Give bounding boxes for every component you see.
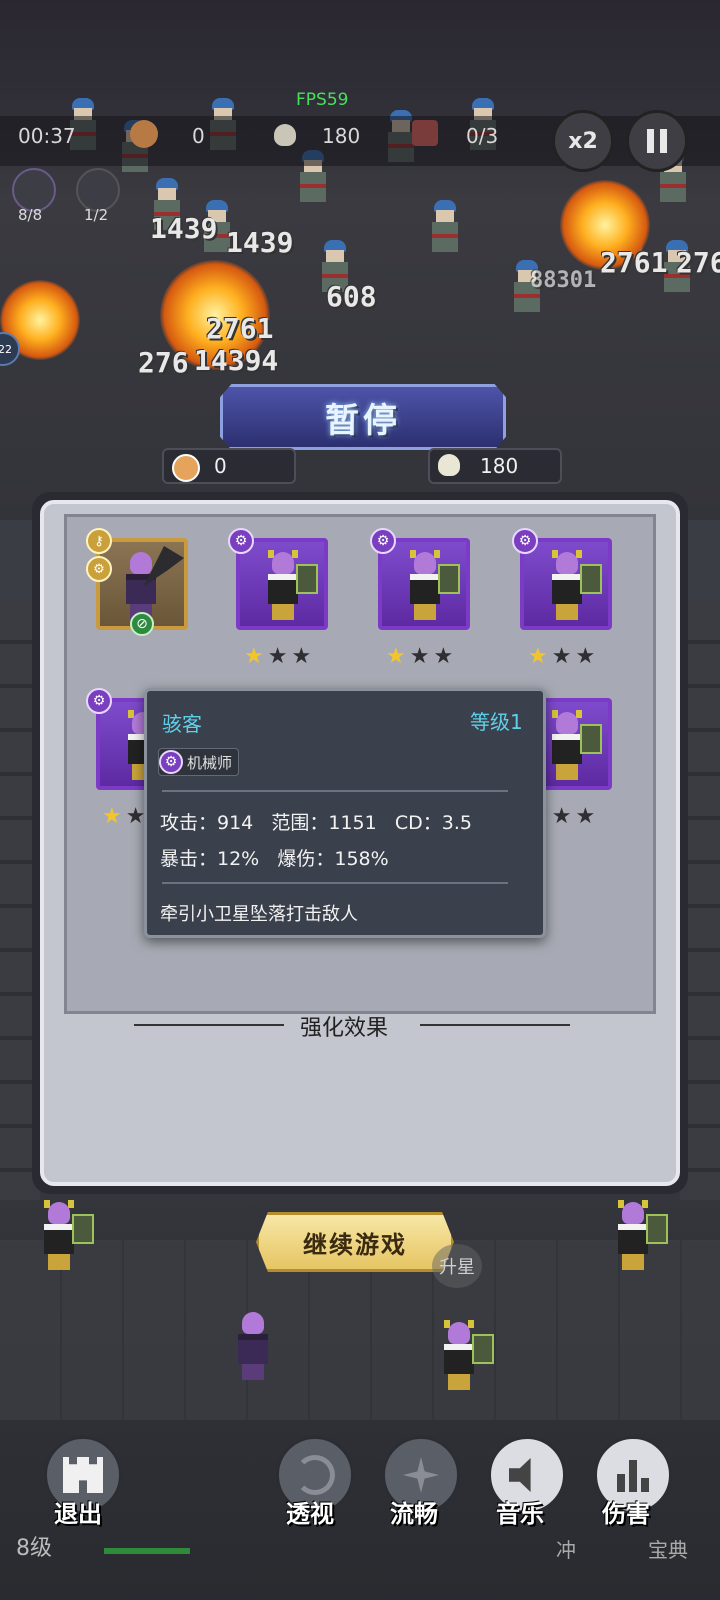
damage-number: 1439 [226,226,294,259]
coin-icon [172,454,200,482]
hero-sprite [402,550,460,622]
xray-label: 透视 [286,1500,334,1528]
field-hero-mid [436,1320,516,1410]
star-icon: ★ [409,644,430,669]
mechanic-class-icon: ⚙ [86,688,112,714]
coin-icon [130,120,158,148]
key-badge-icon: ⚷ [86,528,112,554]
mechanic-class-icon: ⚙ [228,528,254,554]
tooltip-hero-level: 等级1 [470,710,523,734]
pause-title: 暂停 [325,400,401,441]
skill-count: 8/8 [18,206,43,224]
star-icon: ★ [551,644,572,669]
castle-icon [63,1457,103,1493]
bar-chart-icon [617,1458,649,1492]
star-icon: ★ [267,644,288,669]
skill-count: 1/2 [84,206,109,224]
mechanic-class-icon: ⚙ [512,528,538,554]
pause-icon [647,129,667,153]
star-icon: ★ [551,804,572,829]
tooltip-class-tag: ⚙ 机械师 [158,748,240,776]
star-icon: ★ [291,644,312,669]
sparkle-icon [403,1457,439,1493]
star-icon: ★ [244,644,264,669]
damage-number: 88301 [530,268,597,293]
hero-stars: ★★★ [528,646,595,668]
damage-number: 276 [138,346,189,379]
skull-icon [438,454,460,476]
skull-icon [274,124,296,146]
speed-button[interactable]: x2 [552,110,614,172]
hud-coins: 0 [192,124,205,148]
timer: 00:37 [18,124,76,148]
pause-banner: 暂停 [220,384,506,450]
tooltip-class-label: 机械师 [187,753,233,772]
fps-counter: FPS59 [296,90,349,110]
star-icon: ★ [386,644,406,669]
hero-card[interactable] [236,538,328,630]
damage-label: 伤害 [602,1500,650,1528]
wave-counter: 0/3 [466,124,499,148]
damage-number: 608 [326,280,377,313]
damage-number: 2761 [676,246,720,279]
hero-card[interactable] [378,538,470,630]
music-label: 音乐 [496,1500,544,1528]
continue-button[interactable]: 继续游戏 [256,1212,454,1272]
xp-bar [104,1548,190,1554]
upgrade-button[interactable]: 升星 [432,1244,482,1288]
side-badge-value: 22 [0,342,12,356]
damage-number: 14394 [194,344,279,377]
boss-icon [412,120,438,146]
hero-stars: ★ ★ [102,806,145,828]
ornament-line-right [420,1024,570,1026]
smooth-label: 流畅 [390,1500,438,1528]
speaker-icon [509,1458,531,1492]
pause-coins-value: 0 [214,454,227,478]
tooltip-divider [162,790,508,792]
tooltip-stats-line1: 攻击：914 范围：1151 CD：3.5 [160,812,472,834]
damage-number: 1439 [150,212,218,245]
pause-kills-pill: 180 [428,448,562,484]
mechanic-class-icon: ⚙ [370,528,396,554]
hero-sprite [260,550,318,622]
tooltip-hero-name: 骇客 [162,712,202,736]
vortex-icon [295,1455,335,1495]
damage-number: 2761 [206,312,274,345]
enemy-sprite [428,200,462,256]
field-hero-left [36,1200,116,1300]
star-icon: ★ [433,644,454,669]
ornament-line-left [134,1024,284,1026]
tooltip-divider [162,882,508,884]
hud-kills: 180 [322,124,361,148]
partial-label: 宝典 [648,1538,688,1562]
continue-label: 继续游戏 [303,1230,407,1259]
hero-sprite [544,710,602,782]
damage-number: 2761 [600,246,668,279]
field-hero-center [230,1310,310,1400]
star-icon: ★ [528,644,548,669]
hero-sprite [544,550,602,622]
star-icon: ★ [575,644,596,669]
hero-stars: ★★★ [386,646,453,668]
mechanic-class-icon: ⚙ [159,750,183,774]
star-icon: ★ [575,804,596,829]
section-title: 强化效果 [300,1016,389,1041]
upgrade-label: 升星 [439,1257,475,1278]
hero-stars: ★★★ [244,646,311,668]
gear-badge-icon: ⚙ [86,556,112,582]
pause-kills-value: 180 [480,454,519,478]
partial-label: 冲 [556,1538,576,1562]
player-level: 8级 [16,1536,52,1561]
pause-coins-pill: 0 [162,448,296,484]
equipped-icon: ⊘ [130,612,154,636]
hero-card[interactable] [520,538,612,630]
star-icon: ★ [102,804,122,829]
exit-label: 退出 [54,1500,102,1528]
tooltip-stats-line2: 暴击：12% 爆伤：158% [160,848,389,870]
field-hero-right [610,1200,690,1300]
tooltip-description: 牵引小卫星坠落打击敌人 [160,904,358,925]
pause-button[interactable] [626,110,688,172]
star-icon: ★ [125,804,146,829]
